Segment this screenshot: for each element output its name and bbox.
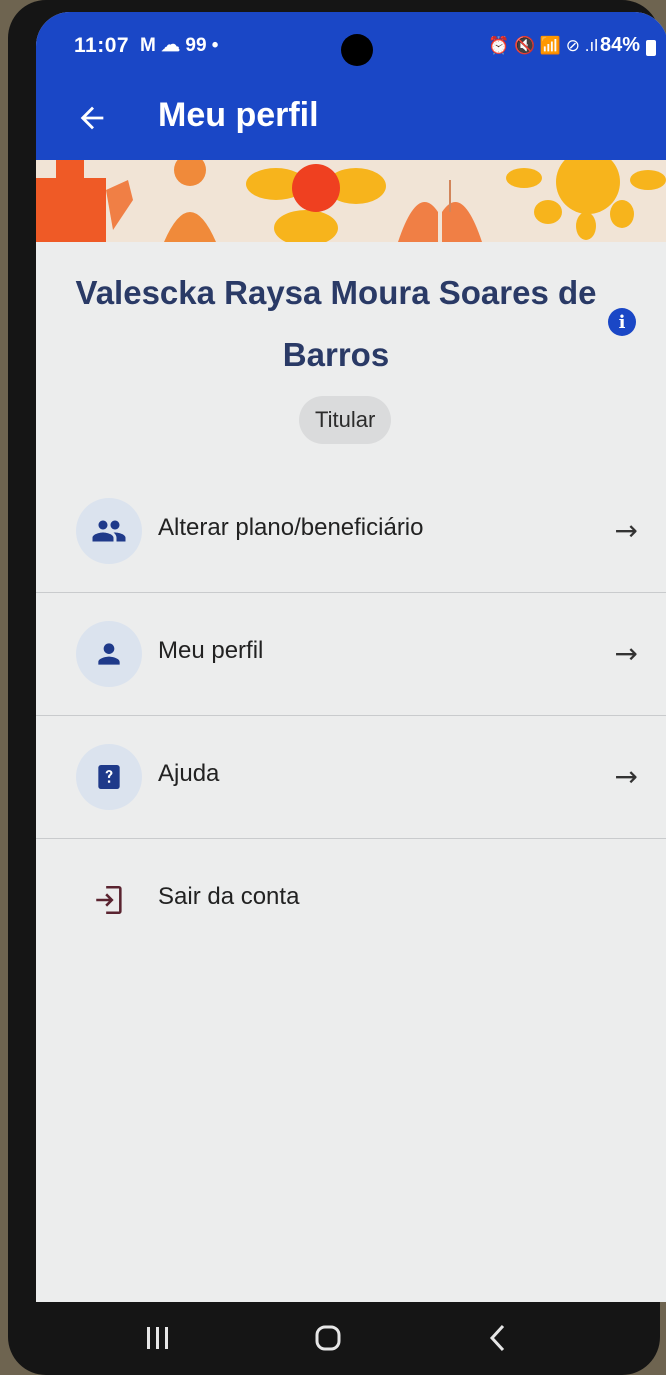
recent-apps-icon [147, 1327, 168, 1349]
menu-item-label: Meu perfil [158, 637, 264, 664]
home-button[interactable] [298, 1316, 358, 1360]
status-bar: 11:07 M ☁ 99 • ⏰ 🔇 📶 ⊘ .ıl 84% [36, 12, 666, 78]
camera-cutout [341, 34, 373, 66]
chevron-left-icon [489, 1324, 505, 1352]
arrow-right-icon: → [614, 637, 638, 670]
notification-icons: M ☁ 99 • [140, 35, 219, 56]
profile-name: Valescka Raysa Moura Soares de Barros [75, 274, 597, 373]
menu-item-my-profile[interactable]: Meu perfil → [36, 593, 666, 716]
system-back-button[interactable] [468, 1316, 528, 1360]
arrow-right-icon: → [614, 760, 638, 793]
status-time: 11:07 [74, 34, 130, 57]
arrow-right-icon: → [614, 514, 638, 547]
menu-item-change-plan[interactable]: Alterar plano/beneficiário → [36, 470, 666, 593]
logout-icon [76, 867, 142, 933]
app-bar: Meu perfil [36, 78, 666, 160]
arrow-left-icon [80, 106, 104, 130]
home-icon [315, 1325, 341, 1351]
info-icon[interactable]: i [608, 308, 636, 336]
menu-item-label: Ajuda [158, 760, 220, 787]
battery-icon [646, 40, 656, 56]
person-icon [76, 621, 142, 687]
menu-item-logout[interactable]: Sair da conta [36, 839, 666, 961]
help-icon [76, 744, 142, 810]
menu-item-label: Sair da conta [158, 883, 300, 910]
profile-menu: Alterar plano/beneficiário → Meu perfil … [36, 470, 666, 961]
phone-frame: 11:07 M ☁ 99 • ⏰ 🔇 📶 ⊘ .ıl 84% Meu perfi… [8, 0, 666, 1375]
recent-apps-button[interactable] [128, 1316, 188, 1360]
banner-illustration [36, 160, 666, 242]
group-icon [76, 498, 142, 564]
system-status-icons: ⏰ 🔇 📶 ⊘ .ıl [488, 36, 598, 55]
app-screen: 11:07 M ☁ 99 • ⏰ 🔇 📶 ⊘ .ıl 84% Meu perfi… [36, 12, 666, 1302]
page-title: Meu perfil [158, 96, 319, 134]
decorative-banner [36, 160, 666, 242]
role-badge: Titular [299, 396, 392, 444]
back-button[interactable] [64, 90, 120, 146]
battery-level: 84% [599, 34, 640, 56]
menu-item-help[interactable]: Ajuda → [36, 716, 666, 839]
system-nav-bar [8, 1302, 660, 1375]
menu-item-label: Alterar plano/beneficiário [158, 514, 424, 541]
